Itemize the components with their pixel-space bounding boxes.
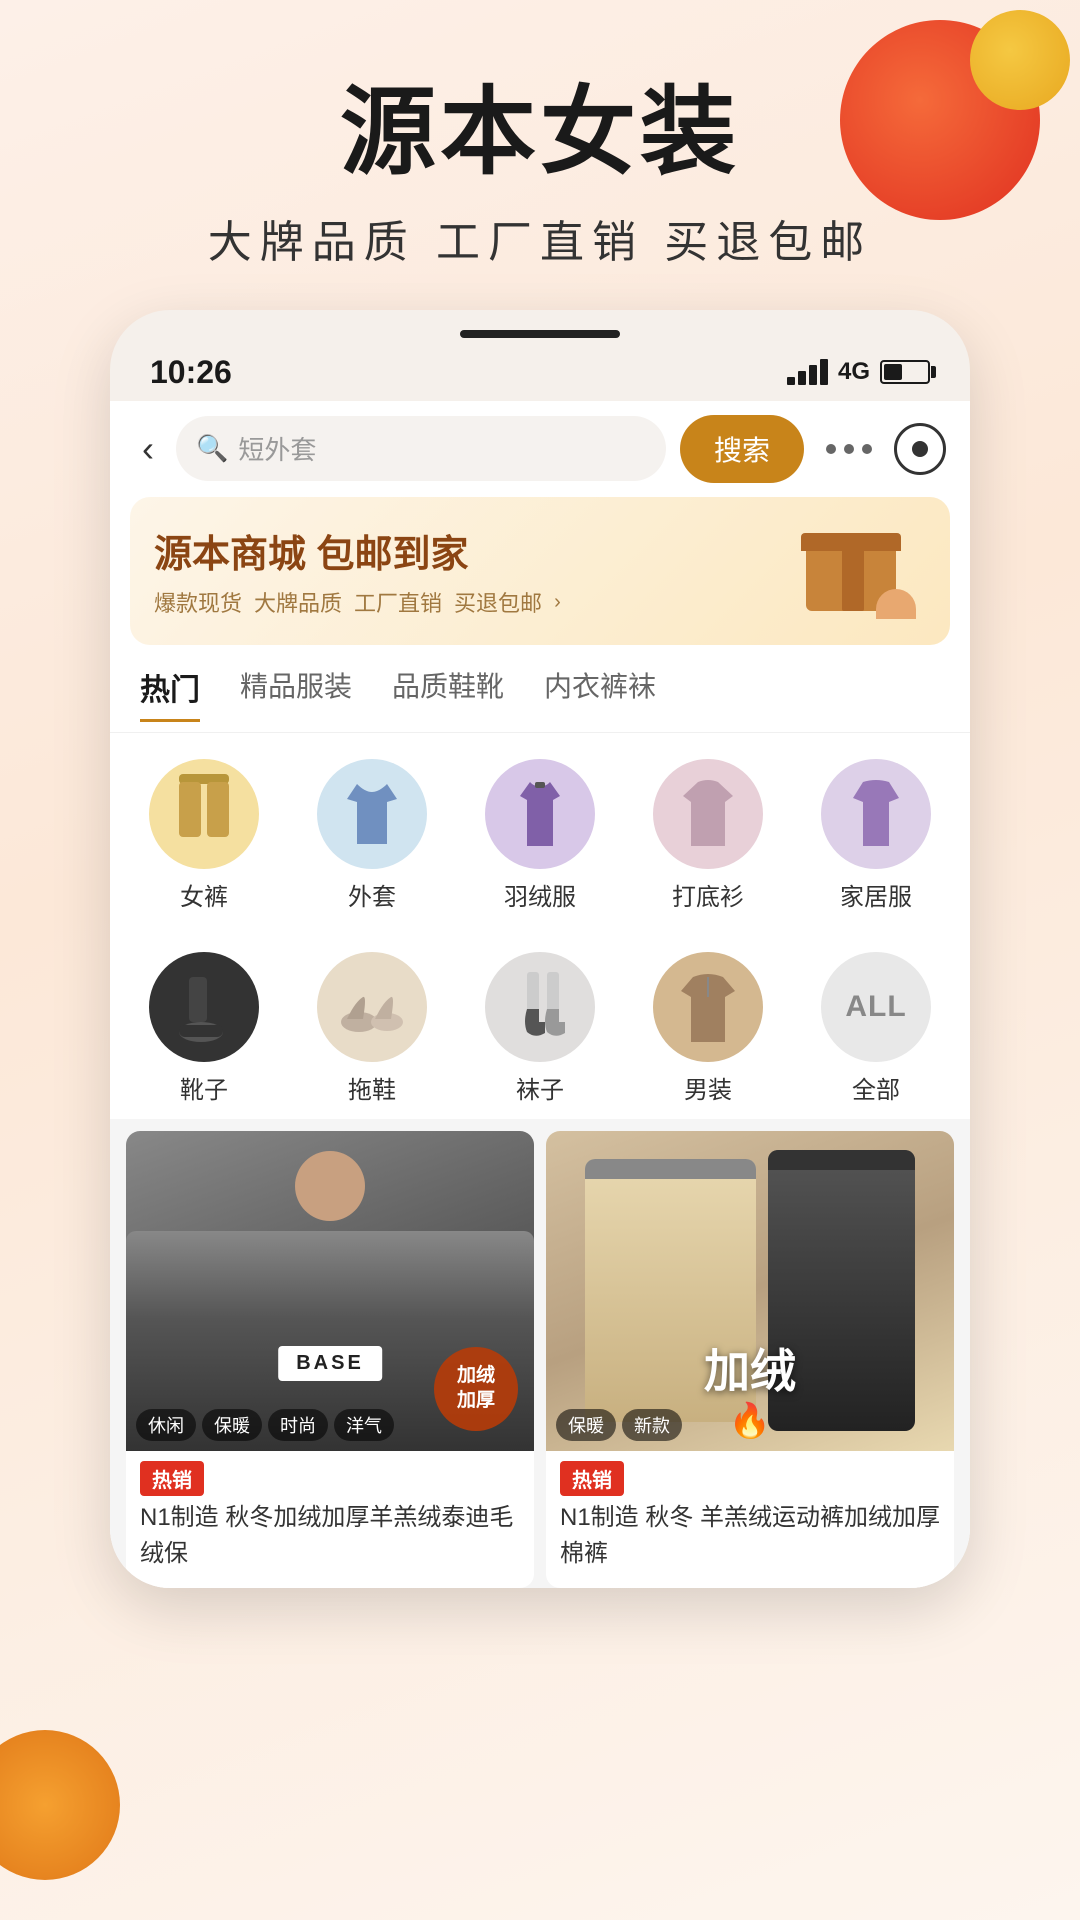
deco-circle-bottom-left [0,1730,120,1880]
dot-3 [862,444,872,454]
search-bar: ‹ 🔍 短外套 搜索 [110,401,970,497]
category-grid-row2: 靴子 拖鞋 [110,926,970,1119]
dot-1 [826,444,836,454]
battery-fill [884,364,902,380]
cat-item-nuku[interactable]: 女裤 [120,749,288,926]
dot-2 [844,444,854,454]
cat-circle-mens [653,952,763,1062]
banner-text: 源本商城 包邮到家 爆款现货 大牌品质 工厂直销 买退包邮 › [154,523,569,618]
fire-emoji: 🔥 [729,1401,771,1441]
hot-badge-1: 热销 [140,1461,204,1496]
signal-bars [787,359,828,385]
cat-item-jacket[interactable]: 外套 [288,749,456,926]
cat-circle-socks [485,952,595,1062]
tag-relax: 休闲 [136,1409,196,1441]
search-icon: 🔍 [196,433,228,464]
cat-circle-base [653,759,763,869]
phone-content: ‹ 🔍 短外套 搜索 源本商城 包邮到家 爆款现货 大牌品质 [110,401,970,1588]
cat-label-all: 全部 [852,1070,900,1105]
status-time: 10:26 [150,354,232,391]
cat-item-down[interactable]: 羽绒服 [456,749,624,926]
cat-circle-down [485,759,595,869]
badge-jiahou: 加厚 [457,1389,495,1414]
category-grid-row1: 女裤 外套 羽绒服 [110,733,970,926]
cat-label-slipper: 拖鞋 [348,1070,396,1105]
back-button[interactable]: ‹ [134,424,162,474]
banner-title: 源本商城 包邮到家 [154,523,569,578]
cat-label-base: 打底衫 [672,877,744,912]
cat-item-all[interactable]: ALL 全部 [792,942,960,1119]
tab-hot[interactable]: 热门 [140,665,200,722]
phone-frame: 10:26 4G ‹ 🔍 短外套 搜索 [110,310,970,1588]
status-bar: 10:26 4G [110,354,970,391]
cat-item-mens[interactable]: 男装 [624,942,792,1119]
more-button[interactable] [818,438,880,460]
banner-arrow: › [554,591,561,614]
cat-label-nuku: 女裤 [180,877,228,912]
battery-icon [880,360,930,384]
search-button[interactable]: 搜索 [680,415,804,483]
cat-item-slipper[interactable]: 拖鞋 [288,942,456,1119]
product-info-2: 热销 N1制造 秋冬 羊羔绒运动裤加绒加厚棉裤 [546,1451,954,1588]
tag-new: 新款 [622,1409,682,1441]
banner[interactable]: 源本商城 包邮到家 爆款现货 大牌品质 工厂直销 买退包邮 › [130,497,950,645]
banner-image [796,521,926,621]
tag-warm2: 保暖 [556,1409,616,1441]
badge-jiare: 加绒 [457,1364,495,1389]
banner-item-4: 买退包邮 [454,586,542,618]
banner-item-3: 工厂直销 [354,586,442,618]
main-title: 源本女装 [0,80,1080,186]
product-info-1: 热销 N1制造 秋冬加绒加厚羊羔绒泰迪毛绒保 [126,1451,534,1588]
tag-warm: 保暖 [202,1409,262,1441]
product-desc-2: N1制造 秋冬 羊羔绒运动裤加绒加厚棉裤 [560,1500,940,1572]
product-img-2: 加绒 🔥 保暖 新款 [546,1131,954,1451]
cat-label-jacket: 外套 [348,877,396,912]
tab-underwear[interactable]: 内衣裤袜 [544,665,656,722]
status-icons: 4G [787,358,930,386]
header-section: 源本女装 大牌品质 工厂直销 买退包邮 [0,0,1080,310]
cat-circle-jacket [317,759,427,869]
cat-label-down: 羽绒服 [504,877,576,912]
jiare-text: 加绒 [704,1335,796,1401]
notch-bar [460,330,620,338]
cat-circle-nuku [149,759,259,869]
banner-subtitle: 爆款现货 大牌品质 工厂直销 买退包邮 › [154,586,569,618]
product-card-1[interactable]: BASE 加绒 加厚 休闲 保暖 时尚 洋气 [126,1131,534,1588]
product-grid: BASE 加绒 加厚 休闲 保暖 时尚 洋气 [110,1119,970,1588]
cat-item-boots[interactable]: 靴子 [120,942,288,1119]
tab-clothing[interactable]: 精品服装 [240,665,352,722]
cat-label-socks: 袜子 [516,1070,564,1105]
product-desc-1: N1制造 秋冬加绒加厚羊羔绒泰迪毛绒保 [140,1500,520,1572]
search-placeholder: 短外套 [238,430,316,467]
sub-title: 大牌品质 工厂直销 买退包邮 [0,206,1080,270]
camera-button[interactable] [894,423,946,475]
tag-fashion: 时尚 [268,1409,328,1441]
banner-item-1: 爆款现货 [154,586,242,618]
cat-item-base[interactable]: 打底衫 [624,749,792,926]
cat-label-boots: 靴子 [180,1070,228,1105]
search-input-wrap[interactable]: 🔍 短外套 [176,416,666,481]
hot-badge-2: 热销 [560,1461,624,1496]
cat-item-socks[interactable]: 袜子 [456,942,624,1119]
product-card-2[interactable]: 加绒 🔥 保暖 新款 热销 N1制造 秋冬 羊羔绒运动裤加绒加厚棉裤 [546,1131,954,1588]
banner-item-2: 大牌品质 [254,586,342,618]
product-img-1: BASE 加绒 加厚 休闲 保暖 时尚 洋气 [126,1131,534,1451]
category-tabs: 热门 精品服装 品质鞋靴 内衣裤袜 [110,655,970,733]
tab-shoes[interactable]: 品质鞋靴 [392,665,504,722]
cat-circle-home [821,759,931,869]
camera-icon [912,441,928,457]
cat-label-home: 家居服 [840,877,912,912]
tag-style: 洋气 [334,1409,394,1441]
network-label: 4G [838,358,870,386]
cat-label-mens: 男装 [684,1070,732,1105]
cat-circle-slipper [317,952,427,1062]
cat-circle-boots [149,952,259,1062]
cat-item-home[interactable]: 家居服 [792,749,960,926]
cat-circle-all: ALL [821,952,931,1062]
